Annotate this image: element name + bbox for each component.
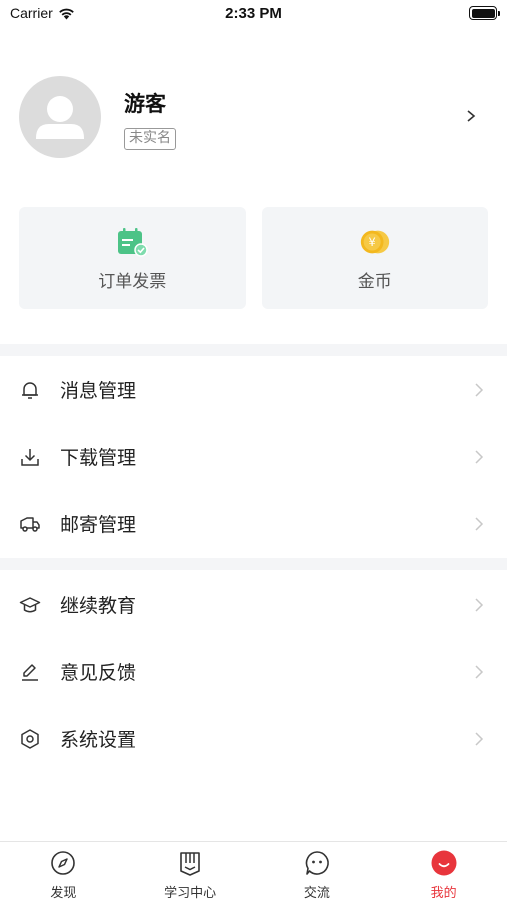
verify-status-badge[interactable]: 未实名 bbox=[124, 128, 176, 150]
tab-label-learning-center: 学习中心 bbox=[164, 886, 217, 900]
svg-text:¥: ¥ bbox=[368, 235, 375, 249]
menu-group-2: 继续教育 意见反馈 系统设置 bbox=[0, 571, 507, 772]
edit-icon bbox=[19, 661, 41, 683]
order-invoice-card[interactable]: 订单发票 bbox=[19, 207, 246, 309]
compass-icon bbox=[49, 849, 77, 877]
chevron-right-icon bbox=[475, 731, 484, 746]
menu-item-feedback[interactable]: 意见反馈 bbox=[0, 638, 507, 705]
avatar[interactable] bbox=[19, 76, 101, 158]
chevron-right-icon[interactable] bbox=[464, 106, 478, 126]
menu-label-mailing: 邮寄管理 bbox=[60, 514, 137, 536]
battery-icon bbox=[469, 6, 500, 20]
profile-icon bbox=[430, 849, 458, 877]
default-avatar-icon bbox=[36, 96, 84, 139]
tab-exchange[interactable]: 交流 bbox=[254, 842, 381, 900]
tab-label-discover: 发现 bbox=[50, 886, 77, 900]
gold-coin-card[interactable]: ¥ 金币 bbox=[261, 207, 488, 309]
quick-cards: 订单发票 ¥ 金币 bbox=[19, 207, 488, 309]
bottom-tab-bar: 发现 学习中心 交流 我的 bbox=[0, 841, 507, 900]
menu-item-continuing-education[interactable]: 继续教育 bbox=[0, 571, 507, 638]
chevron-right-icon bbox=[475, 664, 484, 679]
user-name: 游客 bbox=[124, 92, 166, 116]
order-invoice-label: 订单发票 bbox=[98, 271, 167, 292]
chevron-right-icon bbox=[475, 597, 484, 612]
tab-discover[interactable]: 发现 bbox=[0, 842, 127, 900]
menu-label-continuing-education: 继续教育 bbox=[60, 595, 137, 617]
menu-label-messages: 消息管理 bbox=[60, 380, 137, 402]
gold-coin-label: 金币 bbox=[357, 271, 392, 292]
profile-header[interactable]: 游客 未实名 bbox=[19, 76, 488, 158]
download-icon bbox=[19, 446, 41, 468]
menu-label-feedback: 意见反馈 bbox=[60, 662, 137, 684]
tab-learning-center[interactable]: 学习中心 bbox=[127, 842, 254, 900]
bell-icon bbox=[19, 379, 41, 401]
tab-mine[interactable]: 我的 bbox=[380, 842, 507, 900]
chevron-right-icon bbox=[475, 516, 484, 531]
tab-label-mine: 我的 bbox=[430, 886, 457, 900]
status-bar: Carrier 2:33 PM bbox=[0, 0, 507, 30]
tab-label-exchange: 交流 bbox=[303, 886, 330, 900]
menu-label-downloads: 下载管理 bbox=[60, 447, 137, 469]
menu-label-settings: 系统设置 bbox=[60, 729, 137, 751]
invoice-icon bbox=[115, 225, 149, 259]
chat-icon bbox=[303, 849, 331, 877]
chevron-right-icon bbox=[475, 449, 484, 464]
section-divider bbox=[0, 558, 507, 570]
menu-item-downloads[interactable]: 下载管理 bbox=[0, 423, 507, 490]
graduation-cap-icon bbox=[19, 594, 41, 616]
settings-icon bbox=[19, 728, 41, 750]
menu-group-1: 消息管理 下载管理 邮寄管理 bbox=[0, 356, 507, 557]
menu-item-settings[interactable]: 系统设置 bbox=[0, 705, 507, 772]
menu-item-mailing[interactable]: 邮寄管理 bbox=[0, 490, 507, 557]
book-icon bbox=[176, 849, 204, 877]
menu-item-messages[interactable]: 消息管理 bbox=[0, 356, 507, 423]
chevron-right-icon bbox=[475, 382, 484, 397]
section-divider bbox=[0, 344, 507, 356]
status-time: 2:33 PM bbox=[225, 5, 282, 22]
truck-icon bbox=[19, 513, 41, 535]
gold-coin-icon: ¥ bbox=[358, 225, 392, 259]
